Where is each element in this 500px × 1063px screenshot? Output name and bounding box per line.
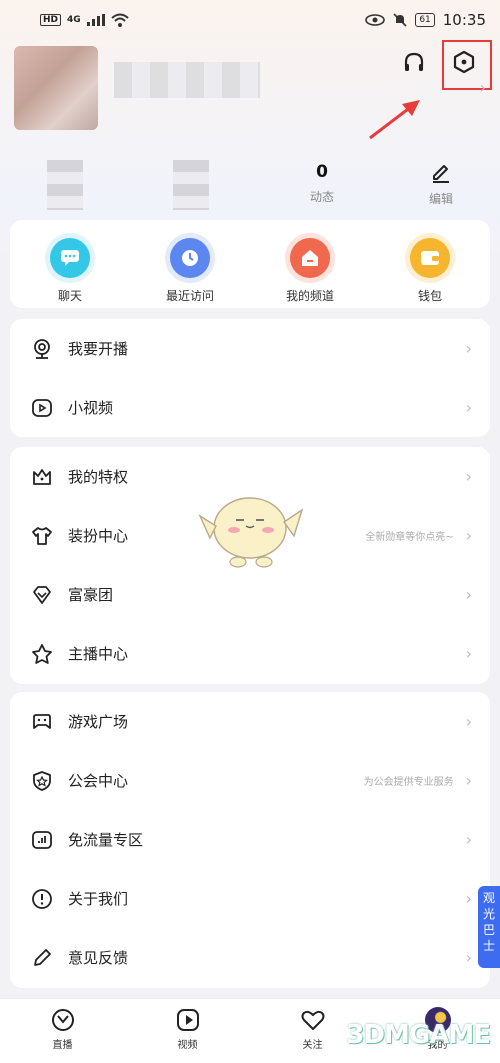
menu-data-free-zone[interactable]: 免流量专区 ›: [10, 810, 490, 869]
menu-about-us-label: 关于我们: [68, 890, 129, 908]
menu-guild-hint: 为公会提供专业服务: [363, 777, 454, 788]
eye-icon: [365, 14, 386, 26]
mute-bell-icon: [393, 13, 407, 27]
stat-posts[interactable]: 0 动态: [277, 160, 367, 205]
mascot-sticker-icon: [198, 497, 304, 568]
info-icon: [30, 887, 54, 911]
wallet-icon: [410, 238, 450, 278]
network-label: 4G: [67, 15, 81, 25]
signal-icon: [86, 14, 105, 26]
stat-blurred-2[interactable]: [146, 160, 236, 210]
chevron-right-icon: ›: [465, 712, 472, 731]
quick-recent-visit-label: 最近访问: [165, 289, 214, 303]
play-icon: [176, 1009, 199, 1031]
menu-dress-up-hint: 全新勋章等你点亮~: [365, 532, 454, 543]
edit-pencil-icon: [433, 165, 449, 183]
menu-data-free-zone-label: 免流量专区: [68, 831, 144, 849]
menu-guild-center-label: 公会中心: [68, 772, 129, 790]
battery-indicator: 61: [415, 13, 435, 27]
menu-group-1: 我要开播 › 小视频 ›: [10, 319, 490, 437]
quick-chat-label: 聊天: [57, 289, 82, 303]
menu-group-3: 游戏广场 › 公会中心 为公会提供专业服务 › 免流量专区 › 关于我们 › 意…: [10, 692, 490, 988]
watermark-logo: 3DMGAME: [346, 1020, 491, 1050]
menu-about-us[interactable]: 关于我们 ›: [10, 869, 490, 928]
menu-anchor-center[interactable]: 主播中心 ›: [10, 624, 490, 683]
heart-icon: [301, 1010, 324, 1030]
crown-icon: [30, 465, 54, 489]
menu-game-plaza[interactable]: 游戏广场 ›: [10, 692, 490, 751]
quick-actions-card: 聊天 最近访问 我的频道 钱包: [10, 220, 490, 308]
quick-recent-visit[interactable]: 最近访问: [130, 220, 250, 308]
tshirt-icon: [30, 524, 54, 548]
video-icon: [30, 396, 54, 420]
menu-short-video-label: 小视频: [68, 399, 114, 417]
posts-label: 动态: [309, 190, 334, 204]
menu-anchor-center-label: 主播中心: [68, 645, 129, 663]
quick-wallet-label: 钱包: [417, 289, 442, 303]
chevron-right-icon: ›: [465, 948, 472, 967]
chevron-right-icon: ›: [465, 771, 472, 790]
chevron-right-icon: ›: [465, 830, 472, 849]
profile-chevron-icon[interactable]: ›: [480, 78, 486, 97]
user-avatar[interactable]: [14, 46, 98, 130]
posts-count: 0: [316, 162, 328, 182]
nav-video-label: 视频: [177, 1040, 198, 1051]
quick-chat[interactable]: 聊天: [10, 220, 130, 308]
hd-badge: HD: [40, 14, 62, 26]
wifi-icon: [111, 13, 129, 27]
quick-my-channel-label: 我的频道: [285, 289, 334, 303]
recent-visit-icon: [170, 238, 210, 278]
nav-video[interactable]: 视频: [125, 999, 250, 1063]
menu-feedback[interactable]: 意见反馈 ›: [10, 928, 490, 987]
menu-short-video[interactable]: 小视频 ›: [10, 378, 490, 437]
menu-guild-center[interactable]: 公会中心 为公会提供专业服务 ›: [10, 751, 490, 810]
channel-icon: [290, 238, 330, 278]
edit-label: 编辑: [428, 192, 453, 206]
chevron-right-icon: ›: [465, 526, 472, 545]
chevron-right-icon: ›: [465, 398, 472, 417]
diamond-icon: [30, 583, 54, 607]
headphone-icon: [404, 52, 424, 71]
quick-wallet[interactable]: 钱包: [370, 220, 490, 308]
guild-icon: [30, 769, 54, 793]
menu-start-broadcast-label: 我要开播: [68, 340, 129, 358]
broadcast-icon: [30, 337, 54, 361]
quick-my-channel[interactable]: 我的频道: [250, 220, 370, 308]
edit-profile-button[interactable]: 编辑: [396, 160, 486, 207]
gamepad-icon: [30, 710, 54, 734]
nav-live-label: 直播: [52, 1040, 73, 1051]
menu-game-plaza-label: 游戏广场: [68, 713, 129, 731]
chevron-right-icon: ›: [465, 889, 472, 908]
live-icon: [51, 1009, 74, 1031]
stats-row: 0 动态 编辑: [0, 160, 500, 216]
star-icon: [30, 642, 54, 666]
status-bar: HD 4G 61 10:35: [0, 0, 500, 40]
menu-dress-up-center-label: 装扮中心: [68, 527, 129, 545]
chevron-right-icon: ›: [465, 339, 472, 358]
chevron-right-icon: ›: [465, 644, 472, 663]
pencil-icon: [30, 946, 54, 970]
chat-icon: [50, 238, 90, 278]
nav-follow-label: 关注: [302, 1040, 323, 1051]
nav-live[interactable]: 直播: [0, 999, 125, 1063]
clock: 10:35: [442, 11, 486, 29]
headphone-button[interactable]: [400, 48, 428, 76]
menu-my-privileges-label: 我的特权: [68, 468, 129, 486]
menu-rich-club-label: 富豪团: [68, 586, 114, 604]
chevron-right-icon: ›: [465, 585, 472, 604]
username-blurred[interactable]: [114, 62, 260, 98]
menu-start-broadcast[interactable]: 我要开播 ›: [10, 319, 490, 378]
menu-feedback-label: 意见反馈: [68, 949, 129, 967]
data-free-icon: [30, 828, 54, 852]
stat-blurred-1[interactable]: [20, 160, 110, 210]
tour-bus-side-tag[interactable]: 观光巴士: [478, 886, 500, 968]
chevron-right-icon: ›: [465, 467, 472, 486]
pointer-arrow-icon: [369, 100, 420, 140]
